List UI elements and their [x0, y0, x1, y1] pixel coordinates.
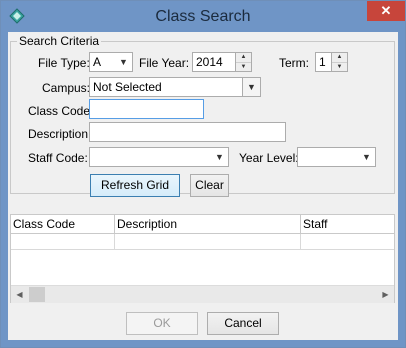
spin-down-icon[interactable]: ▼: [236, 63, 251, 72]
spin-up-icon[interactable]: ▲: [332, 53, 347, 63]
campus-select[interactable]: Not Selected ▼: [89, 77, 261, 97]
results-grid[interactable]: Class Code Description Staff ◀ ▶: [10, 214, 395, 303]
file-type-label: File Type:: [38, 56, 90, 70]
close-icon: ✕: [380, 3, 392, 18]
dialog-footer: OK Cancel: [8, 304, 398, 340]
staff-code-select[interactable]: ▼: [89, 147, 229, 167]
chevron-down-icon[interactable]: ▼: [211, 148, 228, 166]
description-label: Description:: [28, 127, 92, 141]
refresh-grid-button[interactable]: Refresh Grid: [90, 174, 180, 197]
spin-up-icon[interactable]: ▲: [236, 53, 251, 63]
year-level-select[interactable]: ▼: [297, 147, 376, 167]
file-year-spin[interactable]: ▲ ▼: [235, 53, 251, 71]
staff-code-label: Staff Code:: [28, 151, 88, 165]
cell-class-code[interactable]: [11, 234, 115, 249]
cancel-button[interactable]: Cancel: [207, 312, 279, 335]
term-value: 1: [319, 55, 326, 69]
description-input[interactable]: [89, 122, 286, 142]
class-code-label: Class Code:: [28, 104, 94, 118]
campus-value: Not Selected: [93, 80, 162, 94]
scroll-left-icon[interactable]: ◀: [11, 286, 28, 303]
close-button[interactable]: ✕: [367, 1, 405, 21]
scroll-right-icon[interactable]: ▶: [377, 286, 394, 303]
chevron-down-icon[interactable]: ▼: [358, 148, 375, 166]
title-bar[interactable]: Class Search ✕: [1, 1, 405, 32]
chevron-down-icon[interactable]: ▼: [242, 78, 260, 96]
window-title: Class Search: [155, 8, 251, 25]
spin-down-icon[interactable]: ▼: [332, 63, 347, 72]
column-header-class-code[interactable]: Class Code: [11, 215, 115, 233]
column-header-staff[interactable]: Staff: [301, 215, 394, 233]
grid-header: Class Code Description Staff: [11, 215, 394, 234]
ok-button[interactable]: OK: [126, 312, 198, 335]
year-level-label: Year Level:: [239, 151, 299, 165]
clear-button[interactable]: Clear: [190, 174, 229, 197]
chevron-down-icon[interactable]: ▼: [115, 53, 132, 71]
file-year-label: File Year:: [139, 56, 190, 70]
cell-description[interactable]: [115, 234, 301, 249]
dialog-body: Search Criteria File Type: A ▼ File Year…: [8, 32, 398, 340]
scroll-thumb[interactable]: [29, 287, 45, 302]
file-type-value: A: [93, 55, 102, 69]
term-stepper[interactable]: 1 ▲ ▼: [315, 52, 348, 72]
file-year-value: 2014: [196, 55, 223, 69]
table-row[interactable]: [11, 234, 394, 250]
term-spin[interactable]: ▲ ▼: [331, 53, 347, 71]
term-label: Term:: [279, 56, 309, 70]
file-type-select[interactable]: A ▼: [89, 52, 133, 72]
campus-label: Campus:: [42, 81, 91, 95]
class-search-window: Class Search ✕ Search Criteria File Type…: [0, 0, 406, 348]
column-header-description[interactable]: Description: [115, 215, 301, 233]
horizontal-scrollbar[interactable]: ◀ ▶: [11, 285, 394, 303]
class-code-input[interactable]: [89, 99, 204, 119]
cell-staff[interactable]: [301, 234, 394, 249]
search-criteria-legend: Search Criteria: [19, 34, 100, 48]
file-year-stepper[interactable]: 2014 ▲ ▼: [192, 52, 252, 72]
